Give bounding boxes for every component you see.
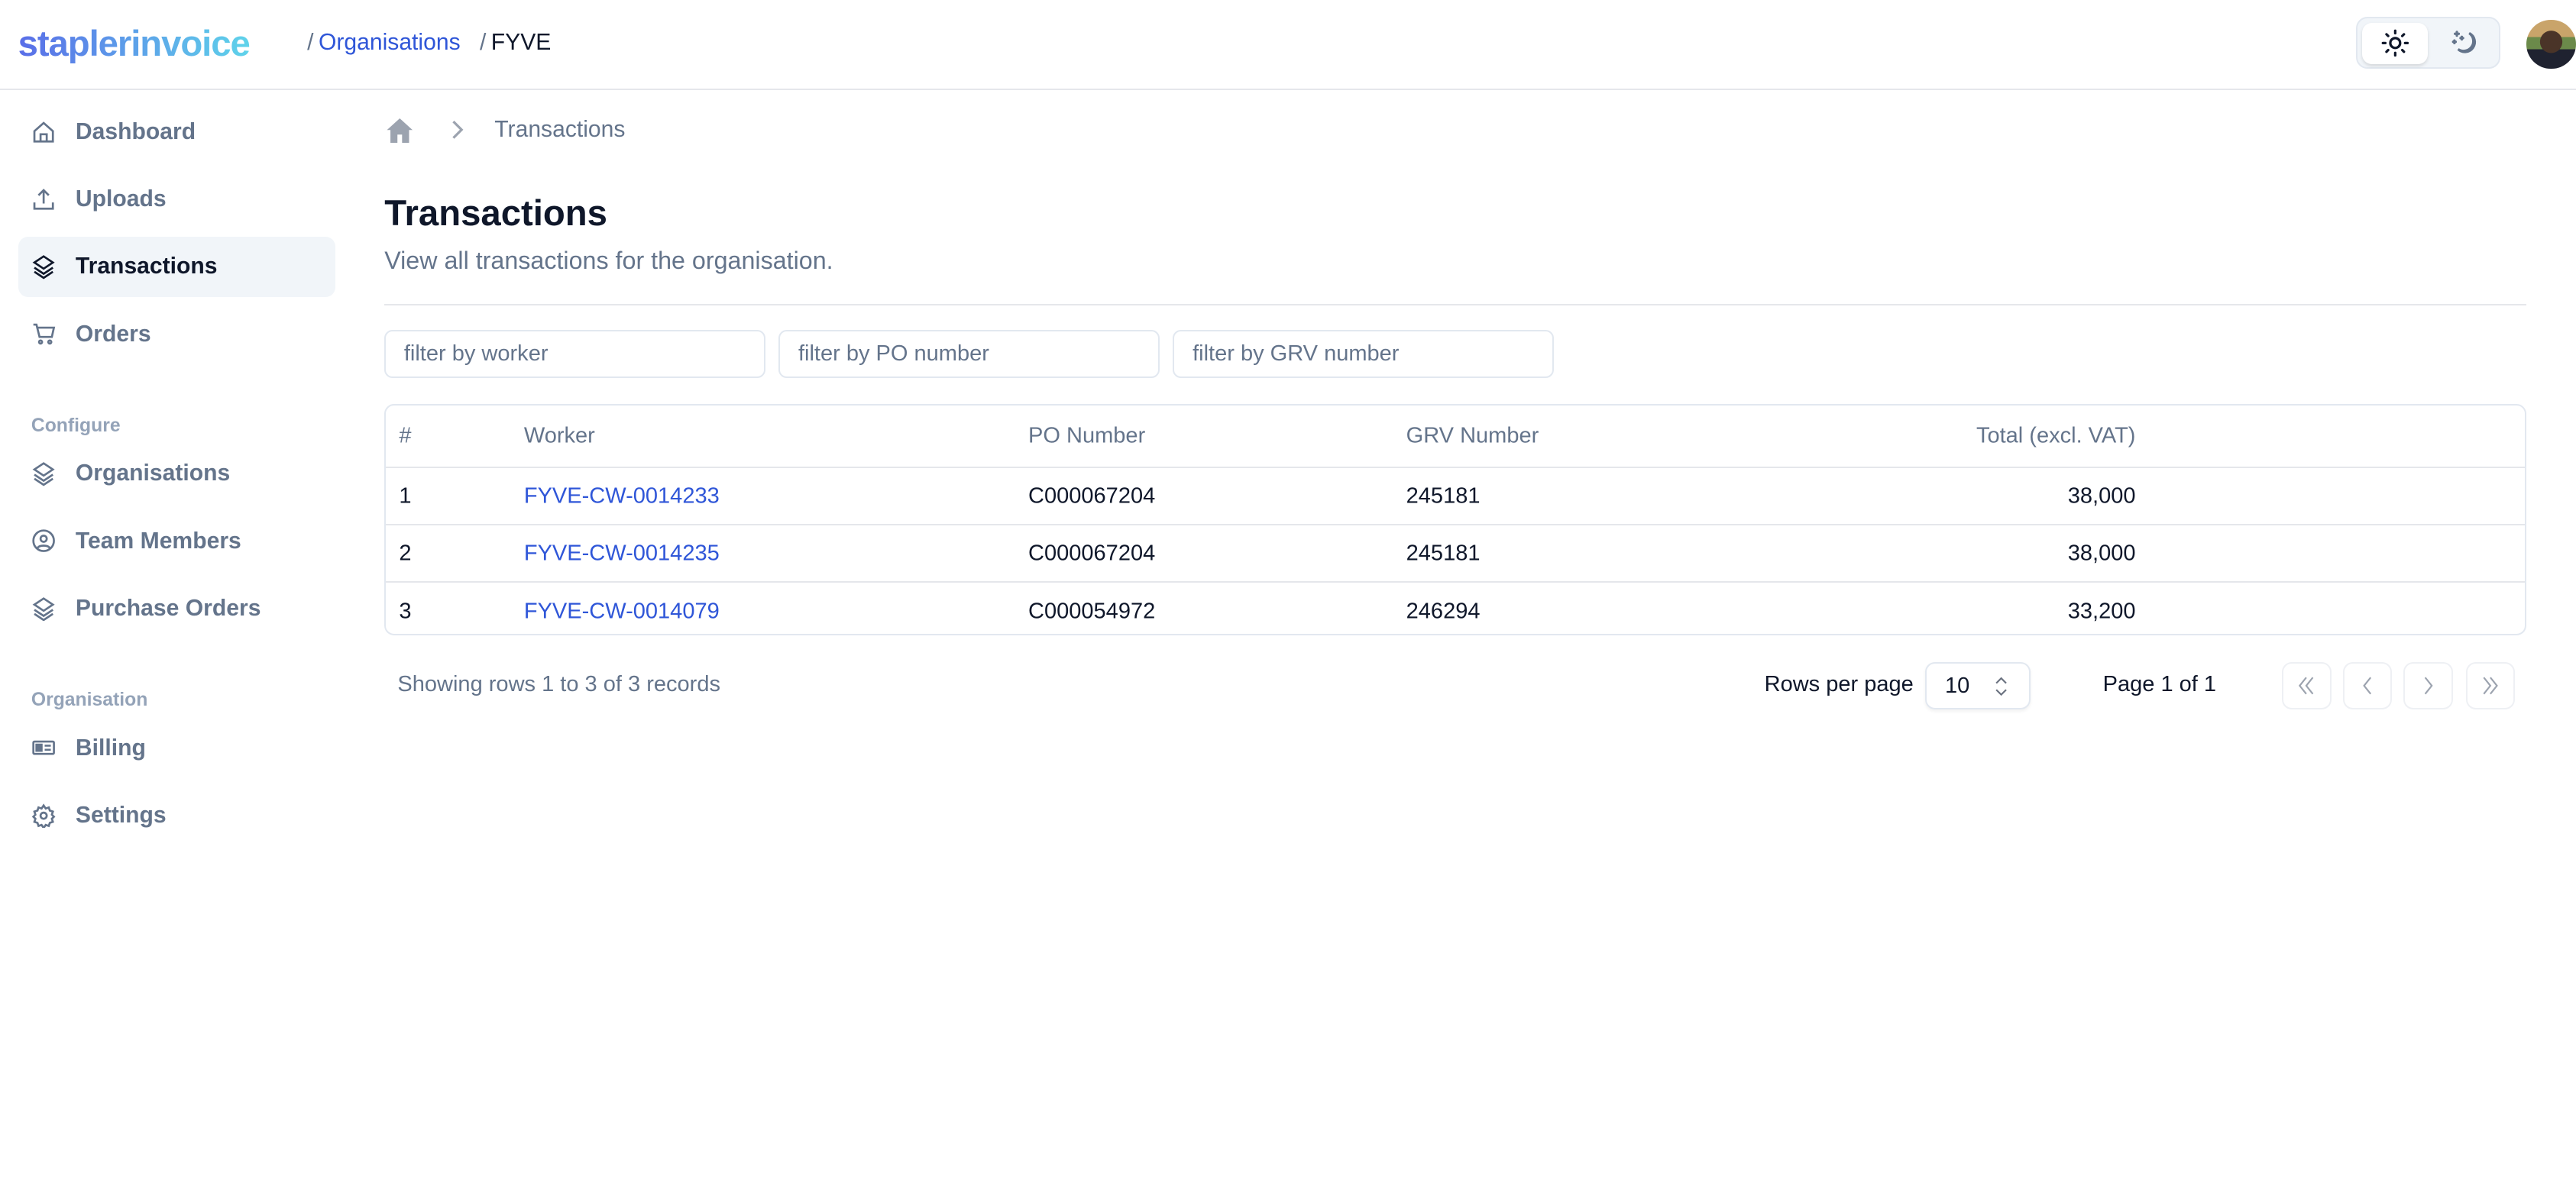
chevron-left-icon [2363,677,2371,695]
po-number-filter-input[interactable] [778,330,1160,378]
app-logo[interactable]: staplerinvoice [18,23,250,65]
chevron-right-icon [2424,677,2433,695]
page-indicator: Page 1 of 1 [2102,671,2217,696]
cell-total: 38,000 [2067,483,2136,509]
table-row: 2 FYVE-CW-0014235 C000067204 245181 38,0… [386,523,2526,583]
sidebar-item-team-members[interactable]: Team Members [18,511,335,572]
cell-po-number: C000067204 [1028,483,1156,509]
chevrons-left-icon [2299,677,2314,695]
layers-icon [32,462,55,486]
cell-index: 1 [399,483,412,509]
breadcrumb-fyve: / FYVE [479,29,552,55]
cell-po-number: C000067204 [1028,541,1156,566]
chevron-right-icon [452,120,464,139]
page-title: Transactions [384,192,607,234]
layers-icon [32,596,55,621]
cell-grv-number: 246294 [1406,599,1481,624]
home-icon[interactable] [386,117,414,143]
sidebar-item-uploads[interactable]: Uploads [18,170,335,231]
cell-index: 3 [399,599,412,624]
sun-icon [2381,30,2409,57]
sidebar-item-dashboard[interactable]: Dashboard [18,102,335,163]
cell-po-number: C000054972 [1028,599,1156,624]
breadcrumb-organisations[interactable]: / Organisations [307,30,461,56]
theme-toggle[interactable] [2355,16,2501,69]
divider [384,303,2527,305]
cell-index: 2 [399,541,412,566]
table-header-row: # Worker PO Number GRV Number Total (exc… [386,406,2525,467]
sidebar-item-settings[interactable]: Settings [18,785,335,846]
sidebar-item-purchase-orders[interactable]: Purchase Orders [18,578,335,639]
cell-total: 33,200 [2067,599,2136,624]
moon-stars-icon [2451,31,2477,53]
cart-icon [33,324,56,345]
column-header-index[interactable]: # [399,423,411,448]
user-avatar[interactable] [2526,19,2576,69]
upload-icon [33,189,54,210]
home-icon [33,121,54,143]
worker-link[interactable]: FYVE-CW-0014235 [524,541,720,566]
layers-icon [32,255,55,279]
worker-link[interactable]: FYVE-CW-0014233 [524,484,720,509]
grv-number-filter-input[interactable] [1173,330,1555,378]
column-header-grv-number[interactable]: GRV Number [1406,423,1539,448]
column-header-total[interactable]: Total (excl. VAT) [1976,423,2136,448]
breadcrumb-separator: / [307,29,314,55]
rows-per-page-select[interactable]: 10 [1925,661,2031,709]
breadcrumb-separator: / [479,29,487,55]
chevron-up-down-icon [1995,677,2007,696]
table-row: 1 FYVE-CW-0014233 C000067204 245181 38,0… [386,466,2526,525]
page-subtitle: View all transactions for the organisati… [384,246,833,274]
previous-page-button[interactable] [2342,661,2393,709]
cell-grv-number: 245181 [1406,483,1481,509]
light-mode-button[interactable] [2362,22,2429,64]
chevrons-right-icon [2483,677,2499,695]
transactions-table: # Worker PO Number GRV Number Total (exc… [384,404,2527,636]
breadcrumb-current: Transactions [494,116,626,142]
rows-per-page-label: Rows per page [1764,671,1914,696]
last-page-button[interactable] [2465,661,2516,709]
id-card-icon [32,741,55,755]
cell-total: 38,000 [2067,541,2136,566]
worker-filter-input[interactable] [384,330,766,378]
sidebar-item-organisations[interactable]: Organisations [18,444,335,505]
table-row: 3 FYVE-CW-0014079 C000054972 246294 33,2… [386,581,2526,634]
records-summary: Showing rows 1 to 3 of 3 records [397,671,720,696]
worker-link[interactable]: FYVE-CW-0014079 [524,599,720,623]
column-header-worker[interactable]: Worker [524,423,595,448]
sidebar-item-orders[interactable]: Orders [18,304,335,365]
sidebar-section-organisation: Organisation [31,690,148,711]
dark-mode-button[interactable] [2436,23,2495,64]
user-circle-icon [32,529,55,553]
column-header-po-number[interactable]: PO Number [1028,423,1145,448]
gear-icon [31,803,56,828]
sidebar-item-billing[interactable]: Billing [18,718,335,779]
first-page-button[interactable] [2282,661,2332,709]
top-bar: staplerinvoice / Organisations / FYVE [0,0,2576,91]
cell-grv-number: 245181 [1406,541,1481,566]
next-page-button[interactable] [2403,661,2453,709]
sidebar-section-configure: Configure [31,415,121,437]
sidebar-item-transactions[interactable]: Transactions [18,236,335,298]
